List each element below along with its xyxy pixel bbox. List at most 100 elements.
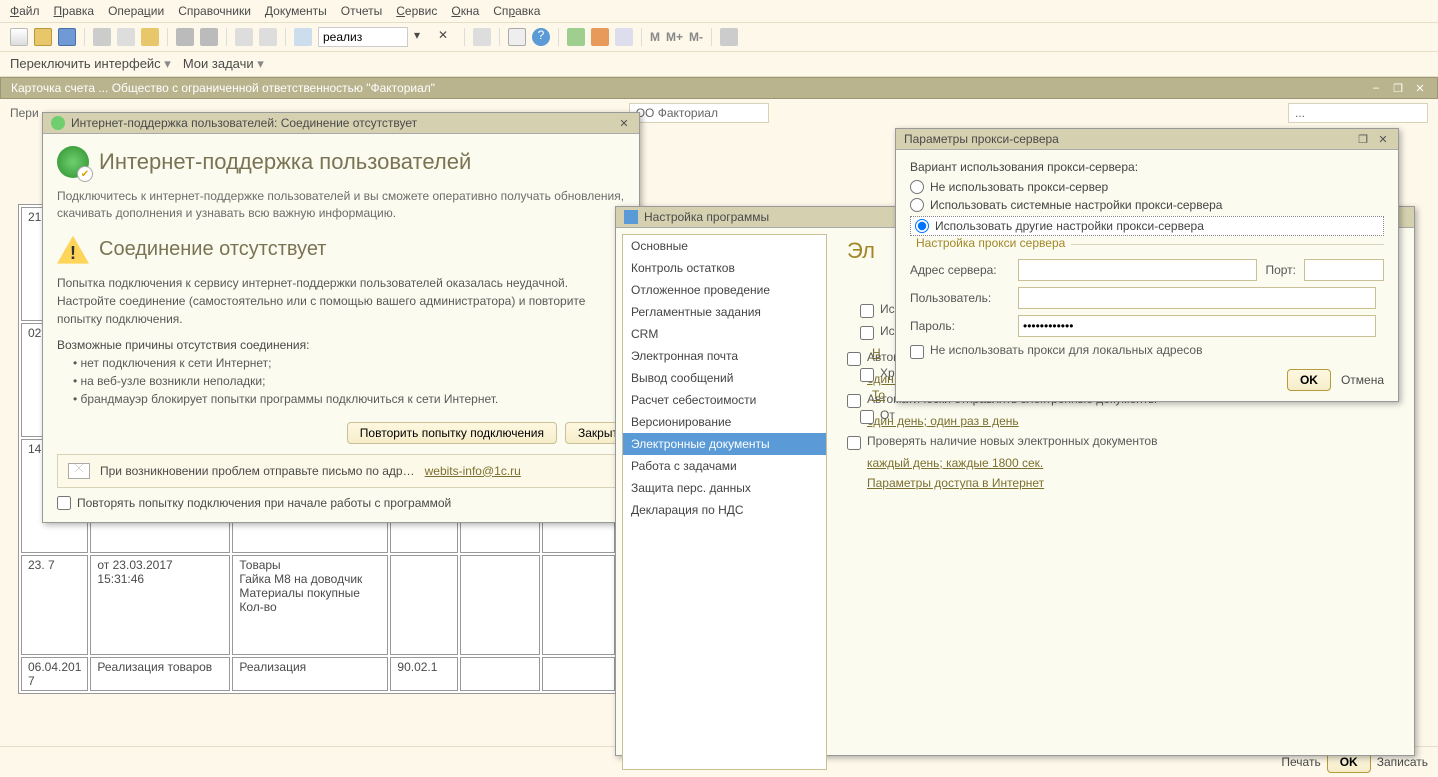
settings-nav-item[interactable]: Электронные документы <box>623 433 826 455</box>
port-input[interactable] <box>1304 259 1384 281</box>
internet-support-window: Интернет-поддержка пользователей: Соедин… <box>42 112 640 523</box>
close-icon[interactable]: ✕ <box>1413 81 1427 95</box>
schedule-link-3[interactable]: каждый день; каждые 1800 сек. <box>867 456 1043 470</box>
paste-icon[interactable] <box>141 28 159 46</box>
search-next-icon[interactable]: ▾ <box>414 28 432 46</box>
menu-file[interactable]: Файл <box>10 4 40 18</box>
settings-nav-item[interactable]: Декларация по НДС <box>623 499 826 521</box>
menu-reports[interactable]: Отчеты <box>341 4 382 18</box>
extra-field[interactable]: ... <box>1288 103 1428 123</box>
close-icon[interactable]: ✕ <box>617 116 631 130</box>
radio-no-proxy[interactable]: Не использовать прокси-сервер <box>910 180 1384 194</box>
menu-help[interactable]: Справка <box>493 4 540 18</box>
menu-operations[interactable]: Операции <box>108 4 164 18</box>
proxy-fieldset: Настройка прокси сервера Адрес сервера: … <box>910 244 1384 359</box>
users-icon[interactable] <box>615 28 633 46</box>
search-icon[interactable] <box>294 28 312 46</box>
menu-edit[interactable]: Правка <box>54 4 95 18</box>
minimize-icon[interactable]: – <box>1369 81 1383 95</box>
proxy-window: Параметры прокси-сервера ❐ ✕ Вариант исп… <box>895 128 1399 402</box>
search-input[interactable] <box>318 27 408 47</box>
memory-mplus[interactable]: M+ <box>666 30 683 44</box>
redo-icon[interactable] <box>259 28 277 46</box>
preview-icon[interactable] <box>200 28 218 46</box>
settings-nav-item[interactable]: Основные <box>623 235 826 257</box>
maximize-icon[interactable]: ❐ <box>1391 81 1405 95</box>
partial-checks: Ис Ис Н Хр То От <box>860 296 900 430</box>
settings-nav-item[interactable]: Отложенное проведение <box>623 279 826 301</box>
settings-nav-item[interactable]: Расчет себестоимости <box>623 389 826 411</box>
interface-switcher: Переключить интерфейс Мои задачи <box>0 52 1438 77</box>
help-icon[interactable]: ? <box>532 28 550 46</box>
org-field[interactable]: ОО Факториал <box>629 103 769 123</box>
memory-mminus[interactable]: M- <box>689 30 703 44</box>
copy-icon[interactable] <box>117 28 135 46</box>
maximize-icon[interactable]: ❐ <box>1356 132 1370 146</box>
settings-nav-item[interactable]: CRM <box>623 323 826 345</box>
pass-input[interactable] <box>1018 315 1376 337</box>
table-row[interactable]: 06.04.201 7Реализация товаровРеализация9… <box>21 657 615 691</box>
close-icon[interactable]: ✕ <box>1376 132 1390 146</box>
link-icon[interactable] <box>473 28 491 46</box>
checkbox-label: Повторять попытку подключения при начале… <box>77 496 451 510</box>
calendar-icon[interactable] <box>591 28 609 46</box>
reason-item: на веб-узле возникли неполадки; <box>73 372 625 390</box>
cut-icon[interactable] <box>93 28 111 46</box>
settings-nav-item[interactable]: Работа с задачами <box>623 455 826 477</box>
settings-nav-item[interactable]: Версионирование <box>623 411 826 433</box>
isup-intro: Подключитесь к интернет-поддержке пользо… <box>57 188 625 222</box>
ok-button[interactable]: OK <box>1287 369 1331 391</box>
period-label: Пери <box>10 106 39 120</box>
calc-icon[interactable] <box>567 28 585 46</box>
chk-check-new[interactable]: Проверять наличие новых электронных доку… <box>847 434 1400 450</box>
addr-input[interactable] <box>1018 259 1258 281</box>
envelope-icon <box>68 463 90 479</box>
switch-interface[interactable]: Переключить интерфейс <box>10 56 171 72</box>
reasons-title: Возможные причины отсутствия соединения: <box>57 338 625 352</box>
retry-button[interactable]: Повторить попытку подключения <box>347 422 557 444</box>
my-tasks[interactable]: Мои задачи <box>183 56 264 72</box>
reason-item: брандмауэр блокирует попытки программы п… <box>73 390 625 408</box>
memory-m[interactable]: M <box>650 30 660 44</box>
reason-item: нет подключения к сети Интернет; <box>73 354 625 372</box>
cancel-link[interactable]: Отмена <box>1341 373 1384 387</box>
wrench-icon[interactable] <box>720 28 738 46</box>
settings-nav-item[interactable]: Регламентные задания <box>623 301 826 323</box>
table-row[interactable]: 23. 7от 23.03.2017 15:31:46Товары Гайка … <box>21 555 615 655</box>
settings-nav-item[interactable]: Вывод сообщений <box>623 367 826 389</box>
save-icon[interactable] <box>58 28 76 46</box>
pass-label: Пароль: <box>910 319 1010 333</box>
addr-label: Адрес сервера: <box>910 263 1010 277</box>
warning-title: Соединение отсутствует <box>99 238 326 261</box>
new-icon[interactable] <box>10 28 28 46</box>
search-clear-icon[interactable]: ✕ <box>438 28 456 46</box>
menu-service[interactable]: Сервис <box>396 4 437 18</box>
menu-refs[interactable]: Справочники <box>178 4 251 18</box>
radio-custom-proxy[interactable]: Использовать другие настройки прокси-сер… <box>910 216 1384 236</box>
settings-nav-item[interactable]: Защита перс. данных <box>623 477 826 499</box>
chk-no-local-proxy[interactable]: Не использовать прокси для локальных адр… <box>910 343 1384 359</box>
print-icon[interactable] <box>176 28 194 46</box>
open-icon[interactable] <box>34 28 52 46</box>
globe-icon <box>57 146 89 178</box>
doc-title: Карточка счета ... Общество с ограниченн… <box>11 81 435 95</box>
doc-title-bar: Карточка счета ... Общество с ограниченн… <box>0 77 1438 99</box>
retry-on-start-checkbox[interactable]: Повторять попытку подключения при начале… <box>57 496 625 510</box>
undo-icon[interactable] <box>235 28 253 46</box>
window-title: Интернет-поддержка пользователей: Соедин… <box>71 116 417 130</box>
reasons-list: нет подключения к сети Интернет; на веб-… <box>57 354 625 408</box>
port-label: Порт: <box>1265 263 1296 277</box>
isup-fail-text: Попытка подключения к сервису интернет-п… <box>57 274 625 328</box>
mail-link[interactable]: webits-info@1c.ru <box>425 464 521 478</box>
user-input[interactable] <box>1018 287 1376 309</box>
checkbox-input[interactable] <box>57 496 71 510</box>
menu-windows[interactable]: Окна <box>451 4 479 18</box>
settings-nav-item[interactable]: Контроль остатков <box>623 257 826 279</box>
menu-docs[interactable]: Документы <box>265 4 327 18</box>
internet-params-link[interactable]: Параметры доступа в Интернет <box>867 476 1044 490</box>
table-icon[interactable] <box>508 28 526 46</box>
user-label: Пользователь: <box>910 291 1010 305</box>
settings-nav-item[interactable]: Электронная почта <box>623 345 826 367</box>
window-icon <box>51 116 65 130</box>
radio-system-proxy[interactable]: Использовать системные настройки прокси-… <box>910 198 1384 212</box>
